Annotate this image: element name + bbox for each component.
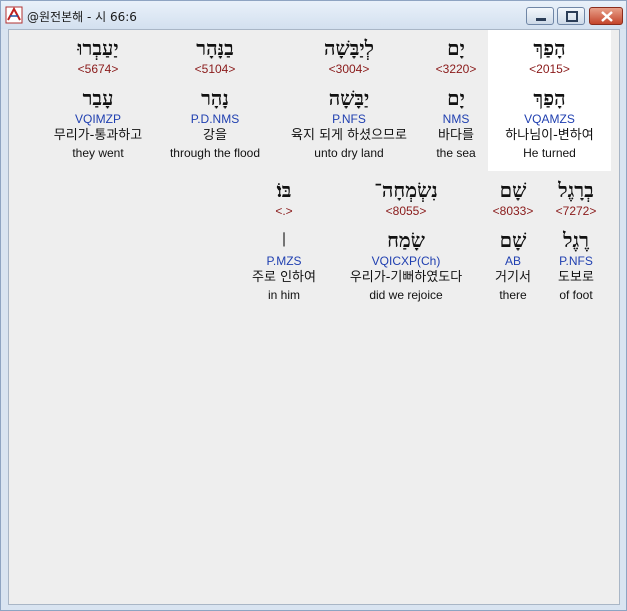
strong-number[interactable]: <2015> — [488, 61, 611, 77]
hebrew-lemma: יַבָּשָׁה — [328, 86, 370, 110]
morph-code: VQICXP(Ch) — [371, 254, 441, 268]
english-gloss: there — [499, 288, 527, 302]
morph-code: VQIMZP — [74, 112, 121, 126]
korean-gloss: 하나님이-변하여 — [505, 128, 594, 143]
word-cell[interactable]: לְיַבָּשָׁה <3004> יַבָּשָׁה P.NFS 육지 되게… — [275, 30, 423, 161]
hebrew-lemma: עָבַר — [82, 86, 114, 110]
strong-number[interactable]: <8055> — [335, 203, 477, 219]
morph-code: P.MZS — [266, 254, 302, 268]
word-cell[interactable]: בּוֹ׃ <.> ׀ P.MZS 주로 인하여 in him — [243, 172, 325, 303]
app-logo-icon — [5, 6, 23, 24]
strong-number[interactable]: <3004> — [275, 61, 423, 77]
hebrew-lemma: נָהָר — [201, 86, 229, 110]
word-cell[interactable]: שָׁם <8033> שָׁם AB 거기서 there — [485, 172, 541, 303]
hebrew-word: יַעַבְרוּ — [77, 36, 119, 60]
word-cell[interactable]: בַנָּהָר <5104> נָהָר P.D.NMS 강을 through… — [155, 30, 275, 161]
korean-gloss: 강을 — [203, 128, 227, 143]
morph-code: NMS — [442, 112, 470, 126]
english-gloss: did we rejoice — [369, 288, 443, 302]
korean-gloss: 거기서 — [495, 270, 531, 285]
maximize-button[interactable] — [557, 7, 585, 25]
hebrew-word: הָפַךְ — [533, 36, 566, 60]
maximize-icon — [566, 11, 578, 22]
hebrew-word: לְיַבָּשָׁה — [324, 36, 374, 60]
hebrew-word: בְרָגֶל — [558, 178, 594, 202]
window-title: @원전본해 - 시 66:6 — [27, 10, 137, 24]
hebrew-lemma: ׀ — [280, 233, 288, 247]
strong-number[interactable]: <.> — [243, 203, 325, 219]
korean-gloss: 우리가-기뻐하였도다 — [349, 270, 463, 285]
strong-number[interactable]: <8033> — [485, 203, 541, 219]
hebrew-word: בַנָּהָר — [196, 36, 234, 60]
minimize-icon — [536, 18, 546, 21]
strong-number[interactable]: <5674> — [37, 61, 159, 77]
english-gloss: they went — [72, 146, 124, 160]
korean-gloss: 바다를 — [438, 128, 474, 143]
app-window: @원전본해 - 시 66:6 הָפַךְ <2015> הָפַךְ VQAM… — [0, 0, 627, 611]
korean-gloss: 주로 인하여 — [252, 270, 316, 285]
morph-code: VQAMZS — [524, 112, 575, 126]
korean-gloss: 무리가-통과하고 — [53, 128, 143, 143]
word-cell[interactable]: יַעַבְרוּ <5674> עָבַר VQIMZP 무리가-통과하고 t… — [37, 30, 159, 161]
english-gloss: unto dry land — [314, 146, 384, 160]
close-button[interactable] — [589, 7, 623, 25]
hebrew-lemma: יָם — [447, 86, 465, 110]
hebrew-lemma: רֶגֶל — [563, 228, 589, 252]
interlinear-panel: הָפַךְ <2015> הָפַךְ VQAMZS 하나님이-변하여 He … — [8, 29, 620, 605]
hebrew-word: יָם — [447, 36, 465, 60]
hebrew-lemma: שָׂמַח — [387, 228, 425, 252]
title-bar[interactable]: @원전본해 - 시 66:6 — [1, 1, 626, 29]
korean-gloss: 도보로 — [558, 270, 594, 285]
english-gloss: He turned — [523, 146, 576, 160]
english-gloss: the sea — [436, 146, 476, 160]
morph-code: P.D.NMS — [190, 112, 240, 126]
close-icon — [601, 11, 613, 22]
hebrew-word: נִשְׂמְחָה־ — [374, 178, 438, 202]
english-gloss: through the flood — [169, 146, 261, 160]
strong-number[interactable]: <7272> — [548, 203, 604, 219]
english-gloss: of foot — [559, 288, 593, 302]
word-cell[interactable]: הָפַךְ <2015> הָפַךְ VQAMZS 하나님이-변하여 He … — [488, 30, 611, 171]
word-cell[interactable]: יָם <3220> יָם NMS 바다를 the sea — [423, 30, 489, 161]
hebrew-lemma: הָפַךְ — [533, 86, 566, 110]
morph-code: P.NFS — [332, 112, 366, 126]
word-cell[interactable]: נִשְׂמְחָה־ <8055> שָׂמַח VQICXP(Ch) 우리가… — [335, 172, 477, 303]
word-cell[interactable]: בְרָגֶל <7272> רֶגֶל P.NFS 도보로 of foot — [548, 172, 604, 303]
morph-code: P.NFS — [559, 254, 593, 268]
hebrew-word: שָׁם — [499, 178, 527, 202]
english-gloss: in him — [267, 288, 300, 302]
hebrew-word: בּוֹ׃ — [276, 178, 292, 202]
hebrew-lemma: שָׁם — [499, 228, 527, 252]
morph-code: AB — [504, 254, 521, 268]
minimize-button[interactable] — [526, 7, 554, 25]
strong-number[interactable]: <3220> — [423, 61, 489, 77]
strong-number[interactable]: <5104> — [155, 61, 275, 77]
korean-gloss: 육지 되게 하셨으므로 — [291, 128, 407, 143]
